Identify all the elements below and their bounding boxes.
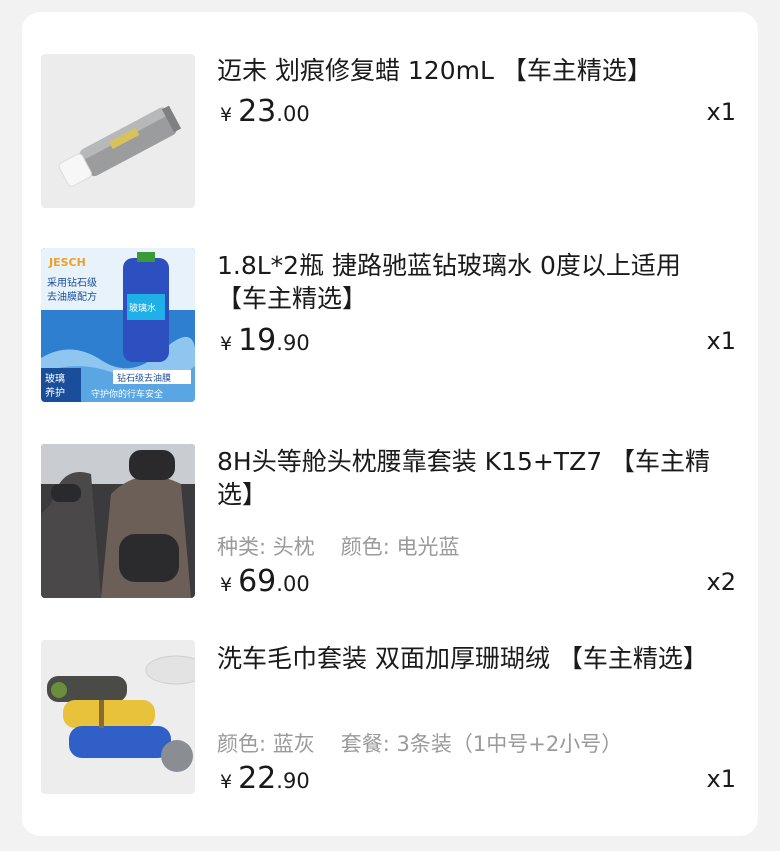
price-integer: 19 bbox=[238, 323, 277, 358]
price-decimal: .00 bbox=[276, 572, 310, 596]
item-price: ¥69.00 bbox=[220, 564, 310, 599]
order-items-card: 迈未 划痕修复蜡 120mL 【车主精选】 ¥23.00 x1 JESCH 采用… bbox=[22, 12, 758, 836]
item-quantity: x2 bbox=[706, 568, 736, 596]
item-quantity: x1 bbox=[706, 327, 736, 355]
spec-label: 颜色: bbox=[340, 535, 390, 559]
spec-label: 套餐: bbox=[340, 732, 390, 756]
price-integer: 23 bbox=[238, 94, 277, 129]
item-title[interactable]: 洗车毛巾套装 双面加厚珊瑚绒 【车主精选】 bbox=[217, 642, 737, 675]
scratch-repair-wax-tube-image[interactable] bbox=[41, 54, 195, 208]
svg-text:养护: 养护 bbox=[45, 386, 65, 399]
item-quantity: x1 bbox=[706, 765, 736, 793]
item-quantity: x1 bbox=[706, 98, 736, 126]
spec-value: 电光蓝 bbox=[396, 535, 460, 559]
item-specs: 颜色: 蓝灰 套餐: 3条装（1中号+2小号） bbox=[217, 728, 622, 758]
spec-label: 种类: bbox=[217, 535, 267, 559]
item-title[interactable]: 迈未 划痕修复蜡 120mL 【车主精选】 bbox=[217, 54, 737, 87]
currency-symbol: ¥ bbox=[220, 771, 233, 793]
windshield-washer-fluid-image[interactable]: JESCH 采用钻石级 去油膜配方 玻璃水 钻石级去油膜 玻璃 养护 守护你的行… bbox=[41, 248, 195, 402]
bottle-tag-text: 玻璃水 bbox=[129, 302, 156, 314]
headrest-lumbar-pillow-image[interactable] bbox=[41, 444, 195, 598]
currency-symbol: ¥ bbox=[220, 104, 233, 126]
item-specs: 种类: 头枕 颜色: 电光蓝 bbox=[217, 531, 460, 561]
price-decimal: .00 bbox=[276, 102, 310, 126]
item-price: ¥22.90 bbox=[220, 761, 310, 796]
image-line1-text: 采用钻石级 bbox=[47, 276, 97, 289]
spec-value: 头枕 bbox=[272, 535, 315, 559]
spec-value: 3条装（1中号+2小号） bbox=[396, 732, 623, 756]
price-decimal: .90 bbox=[276, 331, 310, 355]
spec-value: 蓝灰 bbox=[272, 732, 315, 756]
brand-text: JESCH bbox=[48, 256, 86, 269]
item-title[interactable]: 1.8L*2瓶 捷路驰蓝钻玻璃水 0度以上适用 【车主精选】 bbox=[217, 249, 737, 315]
price-integer: 22 bbox=[238, 761, 277, 796]
price-decimal: .90 bbox=[276, 769, 310, 793]
footer-text: 守护你的行车安全 bbox=[91, 388, 163, 400]
spec-label: 颜色: bbox=[217, 732, 267, 756]
currency-symbol: ¥ bbox=[220, 574, 233, 596]
image-line2-text: 去油膜配方 bbox=[47, 290, 97, 303]
item-price: ¥23.00 bbox=[220, 94, 310, 129]
item-price: ¥19.90 bbox=[220, 323, 310, 358]
svg-text:玻璃: 玻璃 bbox=[45, 372, 65, 385]
currency-symbol: ¥ bbox=[220, 333, 233, 355]
badge-text: 钻石级去油膜 bbox=[117, 372, 171, 384]
item-title[interactable]: 8H头等舱头枕腰靠套装 K15+TZ7 【车主精选】 bbox=[217, 445, 737, 511]
price-integer: 69 bbox=[238, 564, 277, 599]
car-wash-towel-set-image[interactable] bbox=[41, 640, 195, 794]
